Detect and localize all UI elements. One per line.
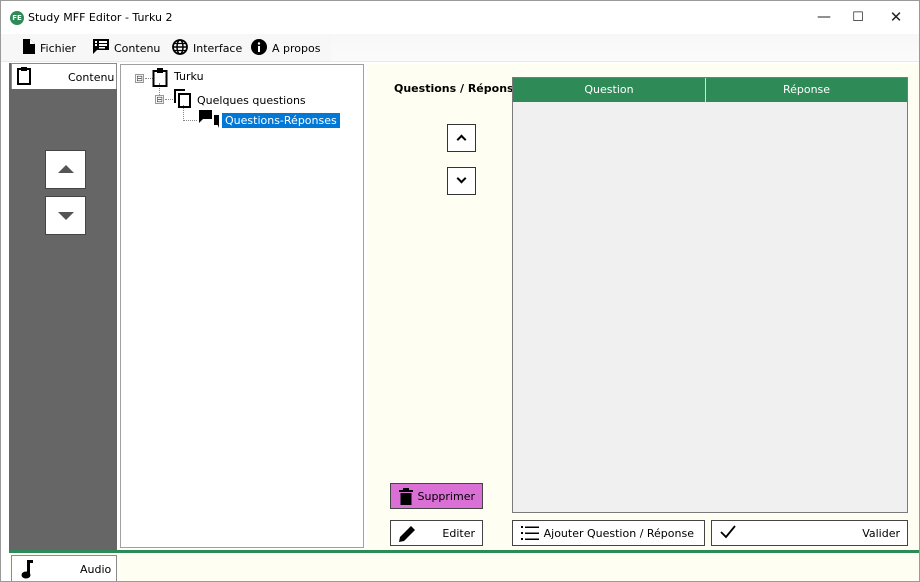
chat-icon <box>199 110 219 131</box>
title-bar: FE Study MFF Editor - Turku 2 — ☐ ✕ <box>1 1 919 34</box>
supprimer-label: Supprimer <box>417 490 475 503</box>
tree-expander-turku[interactable]: ⊟ <box>135 74 144 83</box>
menu-interface[interactable]: Interface <box>172 38 243 58</box>
move-down-button[interactable] <box>45 196 86 235</box>
bottom-panel <box>9 553 919 581</box>
menu-interface-label: Interface <box>193 41 243 55</box>
ajouter-label: Ajouter Question / Réponse <box>543 527 694 540</box>
menu-bar: Fichier Contenu Interface A propos <box>1 34 919 62</box>
left-sidebar <box>9 63 117 550</box>
tab-contenu-label: Contenu <box>68 71 115 84</box>
menu-fichier-label: Fichier <box>40 41 76 55</box>
menu-contenu[interactable]: Contenu <box>93 39 160 57</box>
tree-node-quelques-questions-label: Quelques questions <box>197 93 306 107</box>
app-window: FE Study MFF Editor - Turku 2 — ☐ ✕ Fich… <box>0 0 920 582</box>
tree-expander-quelques-questions[interactable]: ⊟ <box>155 95 164 104</box>
menu-contenu-label: Contenu <box>114 41 161 55</box>
row-up-button[interactable] <box>447 124 476 152</box>
tree-node-turku[interactable]: Turku <box>152 68 204 90</box>
close-button[interactable]: ✕ <box>873 1 919 34</box>
menu-bar-filler <box>331 34 919 61</box>
menu-fichier[interactable]: Fichier <box>23 39 76 57</box>
tree-node-questions-reponses-label: Questions-Réponses <box>222 113 340 128</box>
menu-a-propos-label: A propos <box>272 41 321 55</box>
triangle-up-icon <box>58 165 74 173</box>
file-icon <box>23 39 35 57</box>
qa-table-header: Question Réponse <box>513 78 907 102</box>
tab-audio-label: Audio <box>80 563 112 576</box>
list-icon <box>93 39 109 57</box>
tree-connector <box>183 120 197 121</box>
move-up-button[interactable] <box>45 150 86 189</box>
chevron-up-icon <box>456 134 467 145</box>
music-note-icon <box>21 560 33 581</box>
editer-label: Editer <box>442 527 475 540</box>
tree-connector <box>165 99 173 100</box>
row-down-button[interactable] <box>447 167 476 195</box>
copy-icon <box>174 89 191 111</box>
tree-node-questions-reponses[interactable]: Questions-Réponses <box>199 110 340 131</box>
supprimer-button[interactable]: Supprimer <box>390 483 483 509</box>
tree-node-turku-label: Turku <box>174 69 204 83</box>
tab-audio[interactable]: Audio <box>11 555 117 581</box>
editer-button[interactable]: Editer <box>390 520 483 546</box>
valider-button[interactable]: Valider <box>711 520 908 546</box>
valider-label: Valider <box>862 527 900 540</box>
clipboard-icon <box>152 68 168 90</box>
triangle-down-icon <box>58 212 74 220</box>
globe-icon <box>172 38 188 58</box>
info-icon <box>251 38 267 58</box>
window-title: Study MFF Editor - Turku 2 <box>28 11 173 24</box>
chevron-down-icon <box>456 173 467 184</box>
app-logo-icon: FE <box>10 11 24 25</box>
qa-table[interactable]: Question Réponse <box>512 77 908 513</box>
pencil-icon <box>399 525 416 545</box>
trash-icon <box>399 488 413 508</box>
tree-node-quelques-questions[interactable]: Quelques questions <box>174 89 306 111</box>
clipboard-icon <box>17 67 31 88</box>
list-add-icon <box>521 525 539 544</box>
ajouter-question-reponse-button[interactable]: Ajouter Question / Réponse <box>512 520 705 546</box>
tab-contenu[interactable]: Contenu <box>11 63 117 89</box>
content-tree: ⊟ Turku ⊟ Quelques questions Questions-R… <box>120 64 364 548</box>
checkmark-icon <box>720 525 736 542</box>
column-header-question[interactable]: Question <box>513 78 706 102</box>
menu-a-propos[interactable]: A propos <box>251 38 321 58</box>
column-header-reponse[interactable]: Réponse <box>706 78 907 102</box>
